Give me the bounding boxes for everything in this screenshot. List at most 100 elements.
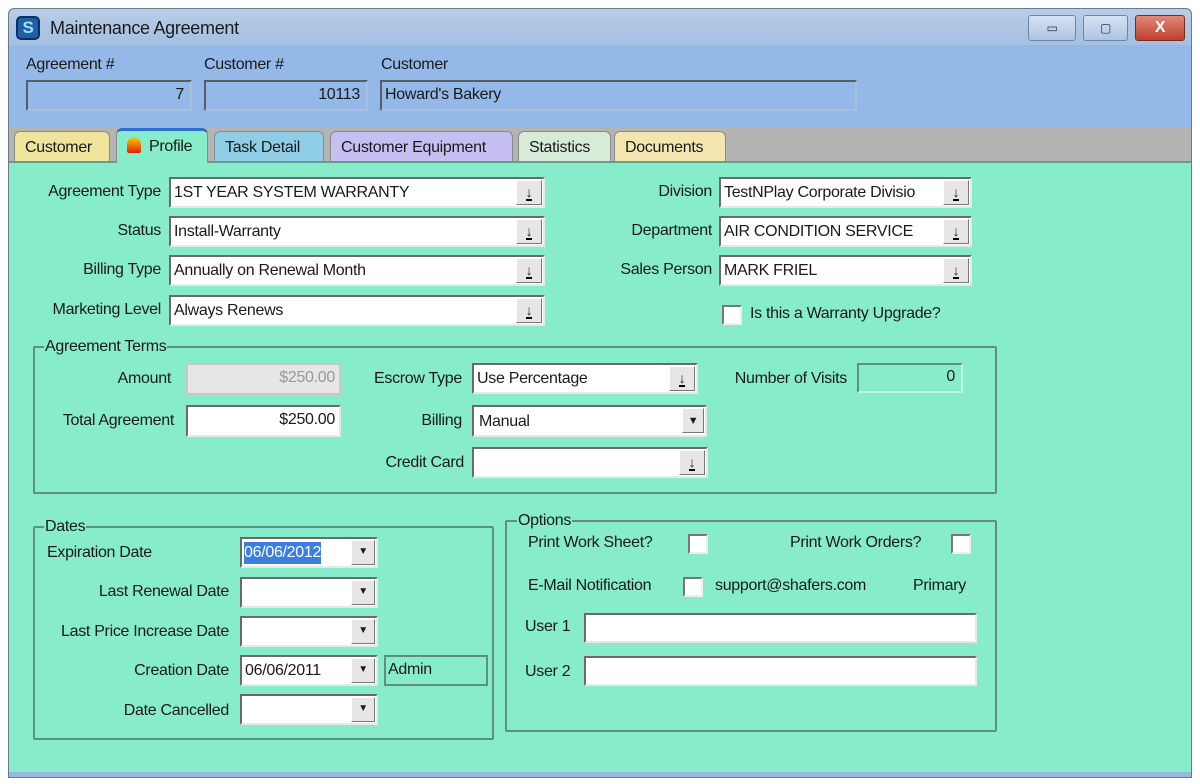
total-agreement-label: Total Agreement xyxy=(62,412,174,429)
billing-dropdown[interactable]: Manual ▼ xyxy=(472,405,707,437)
chevron-down-icon[interactable]: ▼ xyxy=(351,540,375,565)
warranty-upgrade-label: Is this a Warranty Upgrade? xyxy=(750,305,941,322)
total-agreement-field[interactable]: $250.00 xyxy=(186,405,341,437)
marketing-level-label: Marketing Level xyxy=(52,301,162,318)
print-work-orders-label: Print Work Orders? xyxy=(790,534,922,551)
department-value: AIR CONDITION SERVICE xyxy=(724,223,913,240)
marketing-level-value: Always Renews xyxy=(174,302,284,319)
customer-name-field: Howard's Bakery xyxy=(380,80,857,111)
sales-person-dropdown[interactable]: MARK FRIEL ↓ xyxy=(719,255,972,286)
dates-legend: Dates xyxy=(44,518,87,536)
escrow-type-label: Escrow Type xyxy=(374,370,462,387)
tab-statistics[interactable]: Statistics xyxy=(518,131,611,162)
department-label: Department xyxy=(631,222,712,239)
tab-customer-equipment[interactable]: Customer Equipment xyxy=(330,131,513,162)
amount-label: Amount xyxy=(117,370,172,387)
number-of-visits-label: Number of Visits xyxy=(734,370,848,387)
dropdown-arrow-icon[interactable]: ↓ xyxy=(669,366,695,391)
email-notification-label: E-Mail Notification xyxy=(528,577,652,594)
expiration-date-label: Expiration Date xyxy=(47,544,152,561)
user2-label: User 2 xyxy=(525,663,571,680)
customer-label: Customer xyxy=(381,56,448,73)
creation-date-label: Creation Date xyxy=(134,662,229,679)
billing-value: Manual xyxy=(479,413,530,430)
minimize-icon: ▭ xyxy=(1046,21,1058,35)
last-renewal-date-label: Last Renewal Date xyxy=(98,583,229,600)
tab-profile[interactable]: Profile xyxy=(116,128,208,163)
chevron-down-icon[interactable]: ▼ xyxy=(351,697,375,722)
billing-type-label: Billing Type xyxy=(83,261,161,278)
user1-label: User 1 xyxy=(525,618,571,635)
division-dropdown[interactable]: TestNPlay Corporate Divisio ↓ xyxy=(719,177,972,208)
dropdown-arrow-icon[interactable]: ↓ xyxy=(516,298,542,323)
last-price-increase-date-picker[interactable]: ▼ xyxy=(240,616,378,647)
agreement-type-label: Agreement Type xyxy=(48,183,161,200)
dropdown-arrow-icon[interactable]: ↓ xyxy=(516,219,542,244)
credit-card-dropdown[interactable]: ↓ xyxy=(472,447,708,478)
warranty-upgrade-checkbox[interactable] xyxy=(722,305,742,325)
division-label: Division xyxy=(658,183,712,200)
escrow-type-dropdown[interactable]: Use Percentage ↓ xyxy=(472,363,698,394)
app-logo-icon: S xyxy=(16,16,40,40)
creation-date-picker[interactable]: 06/06/2011 ▼ xyxy=(240,655,378,686)
close-button[interactable]: X xyxy=(1135,15,1185,41)
email-notification-checkbox[interactable] xyxy=(683,577,703,597)
tab-documents[interactable]: Documents xyxy=(614,131,726,162)
sales-person-label: Sales Person xyxy=(620,261,712,278)
expiration-date-picker[interactable]: 06/06/2012 ▼ xyxy=(240,537,378,568)
flame-icon xyxy=(127,137,141,153)
status-value: Install-Warranty xyxy=(174,223,281,240)
print-work-sheet-label: Print Work Sheet? xyxy=(528,534,653,551)
chevron-down-icon[interactable]: ▼ xyxy=(682,408,704,433)
credit-card-label: Credit Card xyxy=(385,454,464,471)
marketing-level-dropdown[interactable]: Always Renews ↓ xyxy=(169,295,545,326)
number-of-visits-field: 0 xyxy=(857,363,963,393)
dropdown-arrow-icon[interactable]: ↓ xyxy=(943,219,969,244)
dropdown-arrow-icon[interactable]: ↓ xyxy=(943,258,969,283)
tab-customer[interactable]: Customer xyxy=(14,131,110,162)
amount-field: $250.00 xyxy=(186,363,341,395)
division-value: TestNPlay Corporate Divisio xyxy=(724,184,916,201)
dropdown-arrow-icon[interactable]: ↓ xyxy=(516,258,542,283)
chevron-down-icon[interactable]: ▼ xyxy=(351,619,375,644)
expiration-date-value: 06/06/2012 xyxy=(244,542,321,564)
minimize-button[interactable]: ▭ xyxy=(1028,15,1076,41)
billing-type-value: Annually on Renewal Month xyxy=(174,262,366,279)
created-by-field: Admin xyxy=(384,655,488,686)
notification-email: support@shafers.com xyxy=(715,577,867,594)
chevron-down-icon[interactable]: ▼ xyxy=(351,580,375,605)
options-legend: Options xyxy=(517,512,573,530)
tab-profile-label: Profile xyxy=(149,138,193,155)
status-dropdown[interactable]: Install-Warranty ↓ xyxy=(169,216,545,247)
dropdown-arrow-icon[interactable]: ↓ xyxy=(679,450,705,475)
user1-input[interactable] xyxy=(584,613,977,643)
dropdown-arrow-icon[interactable]: ↓ xyxy=(516,180,542,205)
date-cancelled-picker[interactable]: ▼ xyxy=(240,694,378,725)
status-label: Status xyxy=(117,222,161,239)
email-type-label: Primary xyxy=(913,577,967,594)
agreement-type-value: 1ST YEAR SYSTEM WARRANTY xyxy=(174,184,410,201)
department-dropdown[interactable]: AIR CONDITION SERVICE ↓ xyxy=(719,216,972,247)
dropdown-arrow-icon[interactable]: ↓ xyxy=(943,180,969,205)
agreement-number-label: Agreement # xyxy=(26,56,115,73)
window-title: Maintenance Agreement xyxy=(50,18,239,38)
billing-type-dropdown[interactable]: Annually on Renewal Month ↓ xyxy=(169,255,545,286)
escrow-type-value: Use Percentage xyxy=(477,370,588,387)
print-work-orders-checkbox[interactable] xyxy=(951,534,971,554)
last-renewal-date-picker[interactable]: ▼ xyxy=(240,577,378,608)
chevron-down-icon[interactable]: ▼ xyxy=(351,658,375,683)
maximize-icon: ▢ xyxy=(1099,21,1112,35)
agreement-terms-legend: Agreement Terms xyxy=(44,338,168,356)
creation-date-value: 06/06/2011 xyxy=(245,662,321,679)
close-icon: X xyxy=(1154,19,1166,36)
sales-person-value: MARK FRIEL xyxy=(724,262,818,279)
agreement-type-dropdown[interactable]: 1ST YEAR SYSTEM WARRANTY ↓ xyxy=(169,177,545,208)
maximize-button[interactable]: ▢ xyxy=(1083,15,1128,41)
date-cancelled-label: Date Cancelled xyxy=(123,702,230,719)
tab-task-detail[interactable]: Task Detail xyxy=(214,131,324,162)
last-price-increase-date-label: Last Price Increase Date xyxy=(61,623,229,640)
print-work-sheet-checkbox[interactable] xyxy=(688,534,708,554)
billing-label: Billing xyxy=(421,412,462,429)
user2-input[interactable] xyxy=(584,656,977,686)
customer-number-field: 10113 xyxy=(204,80,368,111)
